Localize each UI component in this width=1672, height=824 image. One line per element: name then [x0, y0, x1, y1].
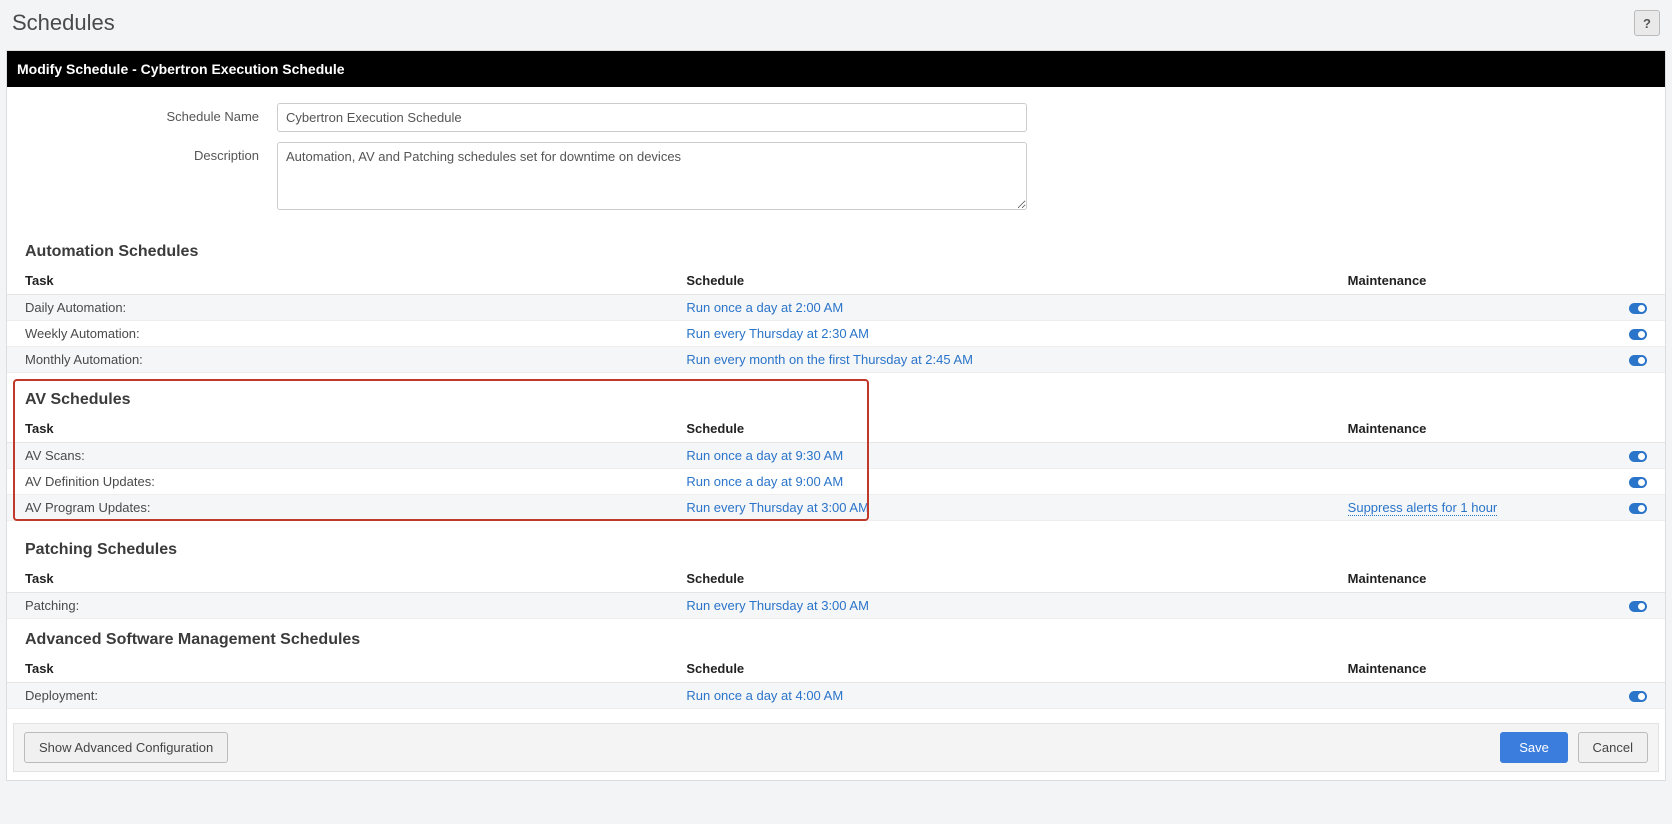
- table-row: AV Program Updates: Run every Thursday a…: [7, 495, 1665, 521]
- task-label: AV Scans:: [25, 448, 85, 463]
- maintenance-toggle[interactable]: [1629, 477, 1647, 488]
- maintenance-toggle[interactable]: [1629, 355, 1647, 366]
- schedule-link[interactable]: Run every Thursday at 3:00 AM: [686, 500, 869, 515]
- av-heading: AV Schedules: [7, 379, 1665, 415]
- schedule-link[interactable]: Run every Thursday at 2:30 AM: [686, 326, 869, 341]
- col-task-header: Task: [7, 565, 668, 593]
- schedule-link[interactable]: Run once a day at 4:00 AM: [686, 688, 843, 703]
- col-maintenance-header: Maintenance: [1330, 655, 1611, 683]
- schedule-panel: Modify Schedule - Cybertron Execution Sc…: [6, 50, 1666, 781]
- col-schedule-header: Schedule: [668, 655, 1329, 683]
- col-schedule-header: Schedule: [668, 267, 1329, 295]
- table-row: Weekly Automation: Run every Thursday at…: [7, 321, 1665, 347]
- description-input[interactable]: [277, 142, 1027, 210]
- maintenance-toggle[interactable]: [1629, 329, 1647, 340]
- page-title: Schedules: [12, 10, 115, 36]
- col-schedule-header: Schedule: [668, 415, 1329, 443]
- task-label: AV Program Updates:: [25, 500, 150, 515]
- schedule-name-input[interactable]: [277, 103, 1027, 132]
- schedule-link[interactable]: Run every Thursday at 3:00 AM: [686, 598, 869, 613]
- maintenance-toggle[interactable]: [1629, 451, 1647, 462]
- col-maintenance-header: Maintenance: [1330, 267, 1611, 295]
- automation-section: Automation Schedules Task Schedule Maint…: [7, 237, 1665, 373]
- task-label: Deployment:: [25, 688, 98, 703]
- description-row: Description: [27, 142, 1645, 213]
- panel-header: Modify Schedule - Cybertron Execution Sc…: [7, 51, 1665, 87]
- help-button[interactable]: ?: [1634, 10, 1660, 36]
- patching-heading: Patching Schedules: [7, 535, 1665, 565]
- task-label: AV Definition Updates:: [25, 474, 155, 489]
- schedule-link[interactable]: Run once a day at 9:30 AM: [686, 448, 843, 463]
- col-task-header: Task: [7, 655, 668, 683]
- task-label: Daily Automation:: [25, 300, 126, 315]
- maintenance-toggle[interactable]: [1629, 601, 1647, 612]
- col-task-header: Task: [7, 267, 668, 295]
- table-row: Deployment: Run once a day at 4:00 AM: [7, 683, 1665, 709]
- description-label: Description: [27, 142, 277, 163]
- maintenance-toggle[interactable]: [1629, 503, 1647, 514]
- patching-table: Task Schedule Maintenance Patching: Run …: [7, 565, 1665, 619]
- maintenance-toggle[interactable]: [1629, 303, 1647, 314]
- table-row: AV Scans: Run once a day at 9:30 AM: [7, 443, 1665, 469]
- task-label: Patching:: [25, 598, 79, 613]
- av-section: AV Schedules Task Schedule Maintenance A…: [7, 379, 1665, 521]
- asm-section: Advanced Software Management Schedules T…: [7, 625, 1665, 709]
- patching-section: Patching Schedules Task Schedule Mainten…: [7, 535, 1665, 619]
- col-maintenance-header: Maintenance: [1330, 415, 1611, 443]
- task-label: Weekly Automation:: [25, 326, 140, 341]
- save-button[interactable]: Save: [1500, 732, 1568, 763]
- footer-bar: Show Advanced Configuration Save Cancel: [13, 723, 1659, 772]
- schedule-link[interactable]: Run once a day at 2:00 AM: [686, 300, 843, 315]
- table-row: Patching: Run every Thursday at 3:00 AM: [7, 593, 1665, 619]
- automation-heading: Automation Schedules: [7, 237, 1665, 267]
- table-row: Monthly Automation: Run every month on t…: [7, 347, 1665, 373]
- schedule-name-row: Schedule Name: [27, 103, 1645, 132]
- help-icon: ?: [1643, 16, 1651, 31]
- asm-heading: Advanced Software Management Schedules: [7, 625, 1665, 655]
- task-label: Monthly Automation:: [25, 352, 143, 367]
- schedule-name-label: Schedule Name: [27, 103, 277, 124]
- automation-table: Task Schedule Maintenance Daily Automati…: [7, 267, 1665, 373]
- table-row: Daily Automation: Run once a day at 2:00…: [7, 295, 1665, 321]
- schedule-link[interactable]: Run once a day at 9:00 AM: [686, 474, 843, 489]
- col-task-header: Task: [7, 415, 668, 443]
- schedule-form: Schedule Name Description: [7, 87, 1665, 231]
- asm-table: Task Schedule Maintenance Deployment: Ru…: [7, 655, 1665, 709]
- col-maintenance-header: Maintenance: [1330, 565, 1611, 593]
- maintenance-toggle[interactable]: [1629, 691, 1647, 702]
- maintenance-link[interactable]: Suppress alerts for 1 hour: [1348, 500, 1498, 516]
- av-table: Task Schedule Maintenance AV Scans: Run …: [7, 415, 1665, 521]
- col-schedule-header: Schedule: [668, 565, 1329, 593]
- schedule-link[interactable]: Run every month on the first Thursday at…: [686, 352, 973, 367]
- table-row: AV Definition Updates: Run once a day at…: [7, 469, 1665, 495]
- show-advanced-button[interactable]: Show Advanced Configuration: [24, 732, 228, 763]
- cancel-button[interactable]: Cancel: [1578, 732, 1648, 763]
- page-header: Schedules ?: [0, 0, 1672, 50]
